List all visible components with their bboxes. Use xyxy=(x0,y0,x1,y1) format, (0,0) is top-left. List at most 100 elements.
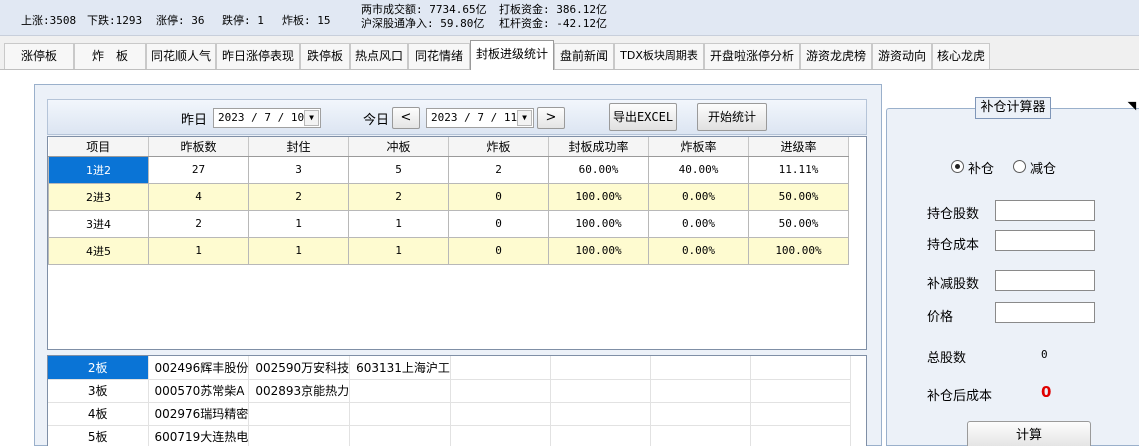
table-row[interactable]: 4进5 1 1 1 0 100.00% 0.00% 100.00% xyxy=(48,236,849,265)
stock-cell[interactable] xyxy=(349,425,451,446)
col-header[interactable]: 封板成功率 xyxy=(548,137,649,157)
table-cell[interactable]: 4进5 xyxy=(48,236,149,265)
reduce-position-label[interactable]: 减仓 xyxy=(1030,158,1056,177)
tab-board-stats[interactable]: 封板进级统计 xyxy=(470,40,554,70)
table-cell[interactable]: 100.00% xyxy=(548,182,649,211)
stock-cell[interactable]: 002893京能热力 xyxy=(248,379,351,403)
change-shares-input[interactable] xyxy=(995,270,1095,291)
table-cell[interactable]: 3 xyxy=(248,155,349,184)
table-cell[interactable]: 27 xyxy=(148,155,249,184)
table-row[interactable]: 3板 000570苏常柴A 002893京能热力 xyxy=(48,379,851,403)
dropdown-arrow-icon[interactable]: ▼ xyxy=(304,110,319,126)
stock-cell[interactable]: 603131上海沪工 xyxy=(349,356,451,380)
tab-core-dragon[interactable]: 核心龙虎 xyxy=(932,43,990,69)
start-stats-button[interactable]: 开始统计 xyxy=(697,103,767,131)
board-level-cell[interactable]: 4板 xyxy=(48,402,149,426)
tab-youzi-trend[interactable]: 游资动向 xyxy=(872,43,932,69)
table-cell[interactable]: 50.00% xyxy=(748,182,849,211)
table-cell[interactable]: 4 xyxy=(148,182,249,211)
hold-cost-input[interactable] xyxy=(995,230,1095,251)
table-cell[interactable]: 1 xyxy=(348,209,449,238)
table-cell[interactable]: 60.00% xyxy=(548,155,649,184)
stock-cell[interactable] xyxy=(349,379,451,403)
col-header[interactable]: 进级率 xyxy=(748,137,849,157)
table-cell[interactable]: 0 xyxy=(448,209,549,238)
table-cell[interactable]: 3进4 xyxy=(48,209,149,238)
table-cell[interactable]: 100.00% xyxy=(548,209,649,238)
tab-kaipanla-analysis[interactable]: 开盘啦涨停分析 xyxy=(704,43,800,69)
table-row[interactable]: 4板 002976瑞玛精密 xyxy=(48,402,851,426)
table-row[interactable]: 3进4 2 1 1 0 100.00% 0.00% 50.00% xyxy=(48,209,849,238)
table-cell[interactable]: 1 xyxy=(248,209,349,238)
reduce-position-radio[interactable] xyxy=(1013,160,1026,173)
col-header[interactable]: 炸板率 xyxy=(648,137,749,157)
table-cell[interactable]: 1 xyxy=(248,236,349,265)
table-cell[interactable]: 0 xyxy=(448,236,549,265)
limit-up-count: 涨停: 36 xyxy=(156,14,205,27)
stock-cell[interactable]: 002976瑞玛精密 xyxy=(148,402,250,426)
board-level-cell[interactable]: 2板 xyxy=(48,356,149,380)
table-cell[interactable]: 1进2 xyxy=(48,155,149,184)
table-cell[interactable]: 2 xyxy=(248,182,349,211)
col-header[interactable]: 炸板 xyxy=(448,137,549,157)
add-position-radio[interactable] xyxy=(951,160,964,173)
table-cell[interactable]: 11.11% xyxy=(748,155,849,184)
stock-cell[interactable]: 002496辉丰股份 xyxy=(148,356,250,380)
calculate-button[interactable]: 计算 xyxy=(967,421,1091,446)
tab-broken[interactable]: 炸 板 xyxy=(74,43,146,69)
empty-cell xyxy=(650,356,751,380)
table-cell[interactable]: 100.00% xyxy=(748,236,849,265)
stock-cell[interactable] xyxy=(349,402,451,426)
add-position-label[interactable]: 补仓 xyxy=(968,158,994,177)
table-cell[interactable]: 2 xyxy=(448,155,549,184)
board-level-cell[interactable]: 5板 xyxy=(48,425,149,446)
tab-ths-popularity[interactable]: 同花顺人气 xyxy=(146,43,216,69)
tab-hot-topics[interactable]: 热点风口 xyxy=(350,43,408,69)
stock-cell[interactable] xyxy=(248,402,351,426)
col-header[interactable]: 封住 xyxy=(248,137,349,157)
tab-limit-up[interactable]: 涨停板 xyxy=(4,43,74,69)
table-cell[interactable]: 0.00% xyxy=(648,209,749,238)
tab-limit-down[interactable]: 跌停板 xyxy=(300,43,350,69)
table-cell[interactable]: 1 xyxy=(348,236,449,265)
price-input[interactable] xyxy=(995,302,1095,323)
tab-premarket-news[interactable]: 盘前新闻 xyxy=(554,43,614,69)
stock-cell[interactable] xyxy=(248,425,351,446)
tab-youzi-dragon[interactable]: 游资龙虎榜 xyxy=(800,43,872,69)
table-cell[interactable]: 1 xyxy=(148,236,249,265)
tab-yesterday-performance[interactable]: 昨日涨停表现 xyxy=(216,43,300,69)
table-cell[interactable]: 0 xyxy=(448,182,549,211)
tab-sentiment[interactable]: 同花情绪 xyxy=(408,43,470,69)
col-header[interactable]: 项目 xyxy=(48,137,149,157)
empty-cell xyxy=(550,379,651,403)
table-cell[interactable]: 0.00% xyxy=(648,182,749,211)
table-cell[interactable]: 100.00% xyxy=(548,236,649,265)
next-day-button[interactable]: > xyxy=(537,107,565,129)
table-row[interactable]: 2进3 4 2 2 0 100.00% 0.00% 50.00% xyxy=(48,182,849,211)
stock-cell[interactable]: 002590万安科技 xyxy=(248,356,351,380)
table-row[interactable]: 1进2 27 3 5 2 60.00% 40.00% 11.11% xyxy=(48,155,849,184)
tab-tdx-cycle[interactable]: TDX板块周期表 xyxy=(614,43,704,69)
col-header[interactable]: 冲板 xyxy=(348,137,449,157)
hold-shares-input[interactable] xyxy=(995,200,1095,221)
today-date-picker[interactable]: 2023 / 7 / 11 ▼ xyxy=(426,108,534,128)
col-header[interactable]: 昨板数 xyxy=(148,137,249,157)
empty-cell xyxy=(750,402,851,426)
table-row[interactable]: 2板 002496辉丰股份 002590万安科技 603131上海沪工 xyxy=(48,356,851,380)
prev-day-button[interactable]: < xyxy=(392,107,420,129)
stock-cell[interactable]: 000570苏常柴A xyxy=(148,379,250,403)
table-cell[interactable]: 5 xyxy=(348,155,449,184)
export-excel-button[interactable]: 导出EXCEL xyxy=(609,103,677,131)
table-cell[interactable]: 2 xyxy=(348,182,449,211)
board-level-cell[interactable]: 3板 xyxy=(48,379,149,403)
dropdown-arrow-icon[interactable]: ▼ xyxy=(517,110,532,126)
table-cell[interactable]: 2 xyxy=(148,209,249,238)
table-row[interactable]: 5板 600719大连热电 xyxy=(48,425,851,446)
table-cell[interactable]: 40.00% xyxy=(648,155,749,184)
table-cell[interactable]: 2进3 xyxy=(48,182,149,211)
stock-cell[interactable]: 600719大连热电 xyxy=(148,425,250,446)
yesterday-date-picker[interactable]: 2023 / 7 / 10 ▼ xyxy=(213,108,321,128)
table-cell[interactable]: 50.00% xyxy=(748,209,849,238)
table-cell[interactable]: 0.00% xyxy=(648,236,749,265)
broken-count: 炸板: 15 xyxy=(282,14,331,27)
